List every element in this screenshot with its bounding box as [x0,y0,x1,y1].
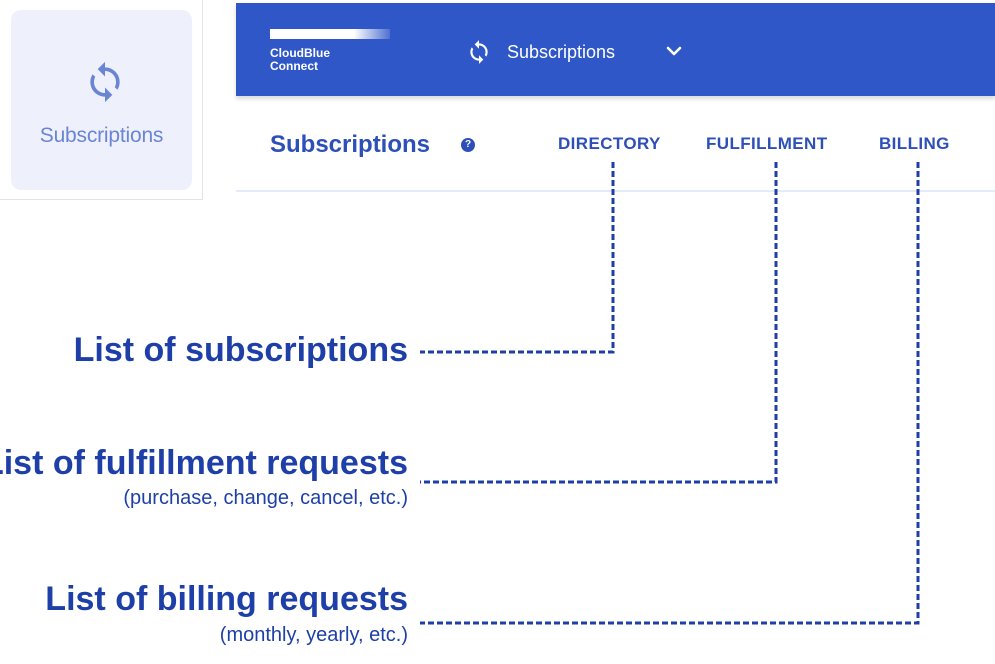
top-navigation-bar: CloudBlue Connect Subscriptions [236,3,995,96]
callout-billing-line [420,162,920,625]
page-header: Subscriptions ? DIRECTORY FULFILLMENT BI… [236,96,995,192]
tab-fulfillment[interactable]: FULFILLMENT [706,134,827,154]
tab-billing[interactable]: BILLING [879,134,950,154]
subscriptions-app-tile[interactable]: Subscriptions [11,10,192,190]
sync-icon [90,61,120,103]
annotation-fulfillment-subtitle: (purchase, change, cancel, etc.) [123,487,408,509]
annotation-billing-subtitle: (monthly, yearly, etc.) [219,624,408,646]
logo-line-2: Connect [270,59,318,73]
app-window: CloudBlue Connect Subscriptions Subscrip… [236,0,995,206]
tile-label: Subscriptions [39,124,164,147]
sync-icon[interactable] [466,39,492,65]
page-title: Subscriptions [270,131,431,158]
annotation-billing-title: List of billing requests [45,580,408,618]
module-switcher-label[interactable]: Subscriptions [507,42,615,63]
annotation-fulfillment-title: List of fulfillment requests [0,444,408,482]
logo-bar [270,29,390,39]
callout-fulfillment-line [420,162,778,484]
help-icon[interactable]: ? [461,138,475,152]
chevron-down-icon[interactable] [666,45,682,57]
annotation-directory-title: List of subscriptions [73,331,408,369]
tab-directory[interactable]: DIRECTORY [558,134,661,154]
cloudblue-logo[interactable]: CloudBlue Connect [270,47,330,73]
app-tile-panel: Subscriptions [0,0,203,200]
